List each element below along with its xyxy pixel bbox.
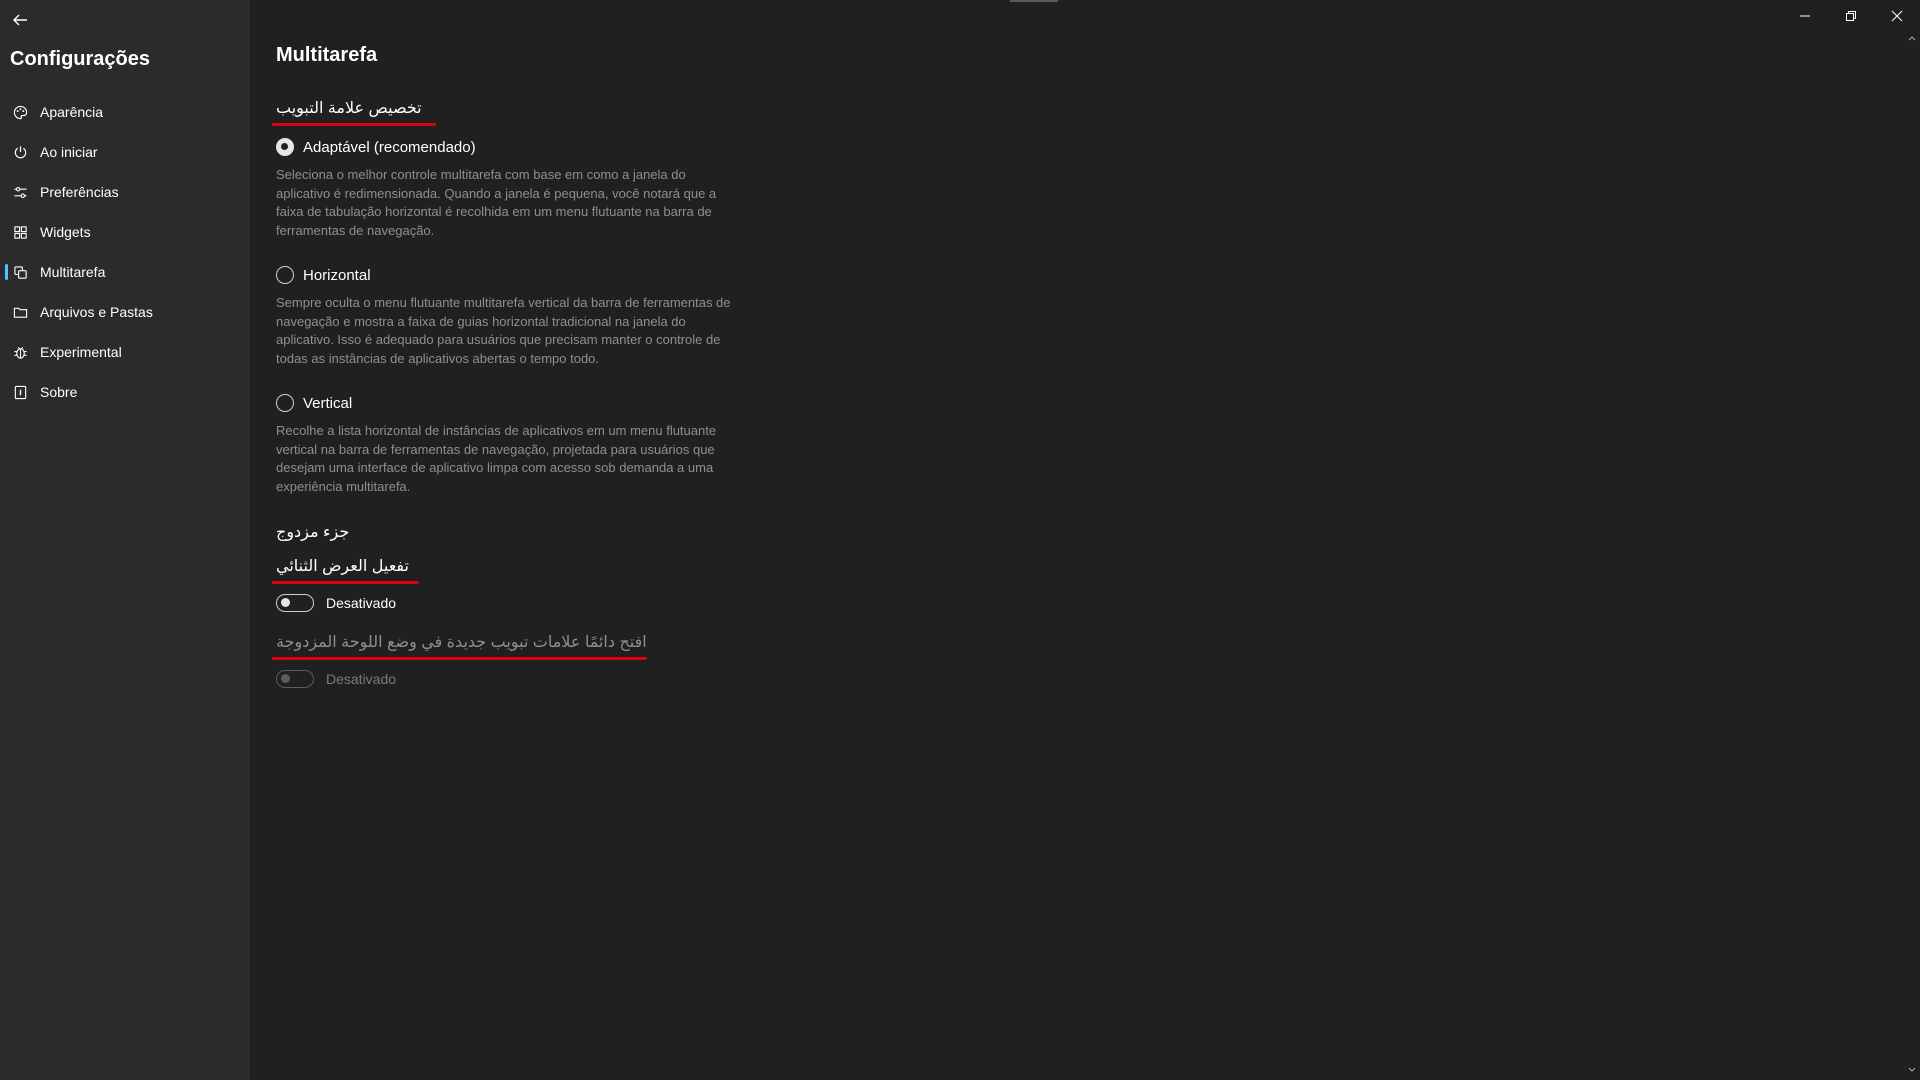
- sidebar: Configurações Aparência Ao iniciar Prefe…: [0, 0, 250, 1080]
- radio-label: Adaptável (recomendado): [303, 139, 476, 156]
- sidebar-item-label: Experimental: [40, 344, 122, 360]
- chevron-down-icon: [1908, 1066, 1916, 1074]
- copy-icon: [12, 264, 28, 280]
- toggle-state-label: Desativado: [326, 671, 396, 687]
- sidebar-title: Configurações: [10, 48, 150, 71]
- palette-icon: [12, 104, 28, 120]
- main-content: Multitarefa تخصيص علامة التبويب Adaptáve…: [250, 0, 1920, 1080]
- bug-icon: [12, 344, 28, 360]
- enable-dual-pane-label: تفعيل العرض الثنائي: [276, 556, 409, 580]
- radio-label: Vertical: [303, 395, 352, 412]
- close-icon: [1891, 10, 1903, 22]
- red-annotation-underline: [272, 123, 436, 126]
- minimize-icon: [1799, 10, 1811, 22]
- grid-icon: [12, 224, 28, 240]
- sidebar-item-multitarefa[interactable]: Multitarefa: [0, 252, 250, 292]
- radio-description: Seleciona o melhor controle multitarefa …: [276, 166, 731, 240]
- power-icon: [12, 144, 28, 160]
- sidebar-item-label: Preferências: [40, 184, 119, 200]
- always-open-dual-pane-toggle-row: Desativado: [276, 668, 736, 690]
- enable-dual-pane-toggle-row[interactable]: Desativado: [276, 592, 736, 614]
- red-annotation-underline: [272, 657, 647, 660]
- radio-adaptive[interactable]: Adaptável (recomendado): [276, 134, 736, 160]
- sidebar-item-label: Widgets: [40, 224, 91, 240]
- sidebar-item-label: Aparência: [40, 104, 103, 120]
- dual-pane-header: جزء مزدوج: [276, 522, 736, 546]
- sidebar-item-label: Multitarefa: [40, 264, 105, 280]
- radio-description: Sempre oculta o menu flutuante multitare…: [276, 294, 731, 368]
- enable-dual-pane-toggle[interactable]: [276, 594, 314, 612]
- setting-label-text: تفعيل العرض الثنائي: [276, 558, 409, 575]
- drag-indicator[interactable]: [1010, 0, 1058, 2]
- radio-button-checked[interactable]: [276, 138, 294, 156]
- restore-button[interactable]: [1828, 0, 1874, 32]
- sidebar-item-ao-iniciar[interactable]: Ao iniciar: [0, 132, 250, 172]
- scroll-up-arrow[interactable]: [1906, 32, 1918, 44]
- sidebar-item-widgets[interactable]: Widgets: [0, 212, 250, 252]
- sliders-icon: [12, 184, 28, 200]
- info-icon: [12, 384, 28, 400]
- sidebar-item-aparencia[interactable]: Aparência: [0, 92, 250, 132]
- sidebar-nav: Aparência Ao iniciar Preferências Widget…: [0, 92, 250, 412]
- sidebar-item-experimental[interactable]: Experimental: [0, 332, 250, 372]
- radio-vertical[interactable]: Vertical: [276, 390, 736, 416]
- arrow-left-icon: [12, 12, 28, 28]
- sidebar-item-label: Arquivos e Pastas: [40, 304, 153, 320]
- sidebar-item-label: Sobre: [40, 384, 77, 400]
- folder-icon: [12, 304, 28, 320]
- settings-window: Configurações Aparência Ao iniciar Prefe…: [0, 0, 1920, 1080]
- radio-horizontal[interactable]: Horizontal: [276, 262, 736, 288]
- section-header-text: تخصيص علامة التبويب: [276, 100, 422, 117]
- radio-label: Horizontal: [303, 267, 371, 284]
- settings-content: تخصيص علامة التبويب Adaptável (recomenda…: [276, 96, 736, 690]
- sidebar-item-arquivos-e-pastas[interactable]: Arquivos e Pastas: [0, 292, 250, 332]
- always-open-dual-pane-label: افتح دائمًا علامات تبويب جديدة في وضع ال…: [276, 632, 647, 656]
- scroll-down-arrow[interactable]: [1906, 1064, 1918, 1076]
- minimize-button[interactable]: [1782, 0, 1828, 32]
- radio-description: Recolhe a lista horizontal de instâncias…: [276, 422, 731, 496]
- radio-button[interactable]: [276, 266, 294, 284]
- caption-buttons: [1782, 0, 1920, 32]
- close-button[interactable]: [1874, 0, 1920, 32]
- toggle-state-label: Desativado: [326, 595, 396, 611]
- tab-mode-radio-group: Adaptável (recomendado) Seleciona o melh…: [276, 134, 736, 496]
- setting-label-text: افتح دائمًا علامات تبويب جديدة في وضع ال…: [276, 634, 647, 651]
- back-button[interactable]: [6, 8, 34, 32]
- restore-icon: [1845, 10, 1857, 22]
- chevron-up-icon: [1908, 34, 1916, 42]
- page-title: Multitarefa: [276, 44, 377, 67]
- sidebar-item-sobre[interactable]: Sobre: [0, 372, 250, 412]
- sidebar-item-preferencias[interactable]: Preferências: [0, 172, 250, 212]
- red-annotation-underline: [272, 581, 419, 584]
- tab-customization-header: تخصيص علامة التبويب: [276, 98, 422, 122]
- sidebar-item-label: Ao iniciar: [40, 144, 98, 160]
- radio-button[interactable]: [276, 394, 294, 412]
- always-open-dual-pane-toggle: [276, 670, 314, 688]
